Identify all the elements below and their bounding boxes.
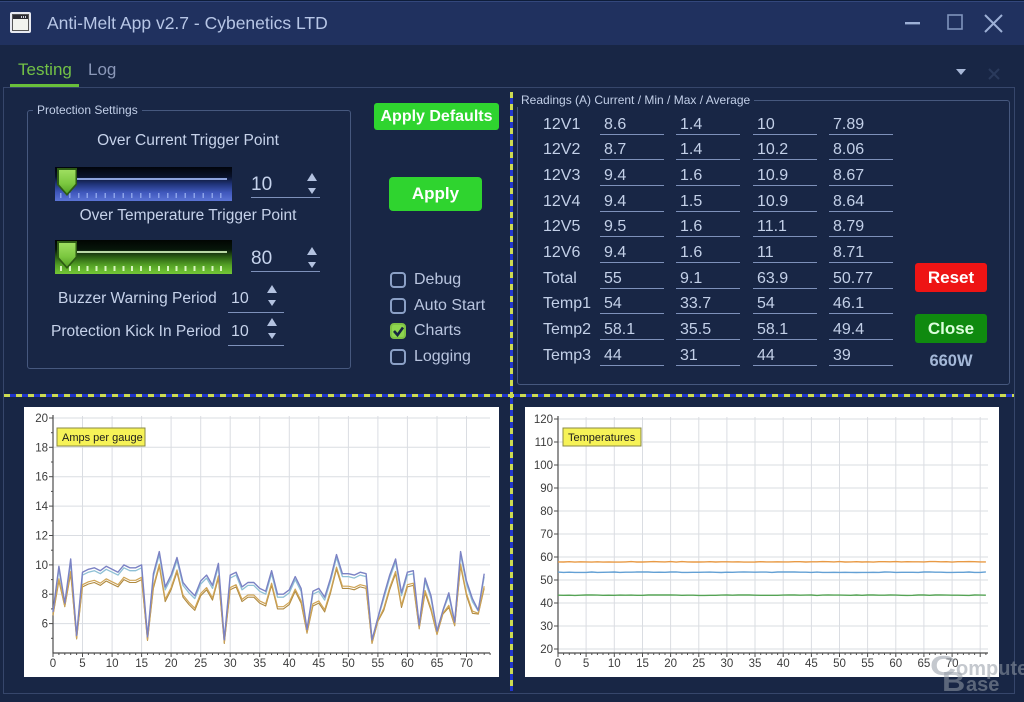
- svg-text:55: 55: [372, 658, 385, 670]
- svg-text:5: 5: [583, 658, 589, 670]
- svg-text:50: 50: [833, 658, 846, 670]
- svg-text:12: 12: [35, 531, 48, 543]
- svg-text:50: 50: [540, 575, 553, 587]
- svg-text:Temperatures: Temperatures: [568, 432, 636, 444]
- svg-text:30: 30: [224, 658, 237, 670]
- svg-text:60: 60: [889, 658, 902, 670]
- svg-text:65: 65: [918, 658, 931, 670]
- svg-text:20: 20: [165, 658, 178, 670]
- svg-text:25: 25: [692, 658, 705, 670]
- svg-text:45: 45: [312, 658, 325, 670]
- svg-text:20: 20: [540, 644, 553, 656]
- svg-text:60: 60: [540, 552, 553, 564]
- svg-text:14: 14: [35, 501, 48, 513]
- svg-text:60: 60: [401, 658, 414, 670]
- svg-text:65: 65: [431, 658, 444, 670]
- svg-text:10: 10: [35, 560, 48, 572]
- svg-text:15: 15: [135, 658, 148, 670]
- svg-text:120: 120: [534, 414, 553, 426]
- svg-text:50: 50: [342, 658, 355, 670]
- svg-text:70: 70: [460, 658, 473, 670]
- svg-text:10: 10: [106, 658, 119, 670]
- svg-text:110: 110: [535, 437, 553, 449]
- svg-text:40: 40: [283, 658, 296, 670]
- svg-text:70: 70: [540, 529, 553, 541]
- svg-text:6: 6: [42, 619, 48, 631]
- svg-text:0: 0: [555, 658, 561, 670]
- svg-text:Amps per gauge: Amps per gauge: [62, 432, 143, 444]
- svg-text:5: 5: [79, 658, 85, 670]
- svg-text:15: 15: [636, 658, 649, 670]
- svg-text:35: 35: [749, 658, 762, 670]
- svg-text:16: 16: [35, 472, 48, 484]
- svg-text:40: 40: [777, 658, 790, 670]
- svg-text:30: 30: [721, 658, 734, 670]
- svg-text:30: 30: [540, 621, 553, 633]
- svg-text:8: 8: [42, 589, 48, 601]
- svg-text:20: 20: [664, 658, 677, 670]
- svg-text:20: 20: [35, 413, 48, 425]
- svg-text:35: 35: [253, 658, 266, 670]
- svg-text:10: 10: [608, 658, 621, 670]
- svg-text:45: 45: [805, 658, 818, 670]
- svg-text:55: 55: [861, 658, 874, 670]
- svg-text:80: 80: [540, 506, 553, 518]
- svg-text:40: 40: [540, 598, 553, 610]
- svg-text:25: 25: [194, 658, 207, 670]
- svg-text:18: 18: [35, 442, 48, 454]
- svg-text:100: 100: [534, 460, 553, 472]
- svg-text:90: 90: [540, 483, 553, 495]
- svg-text:0: 0: [50, 658, 56, 670]
